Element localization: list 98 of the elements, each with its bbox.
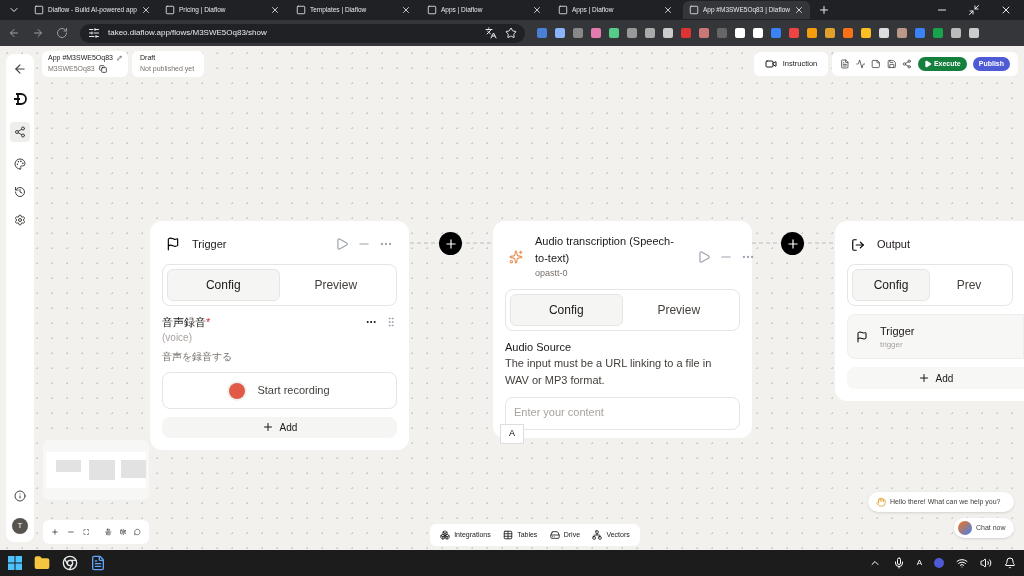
site-icon [558,5,568,15]
comment-icon[interactable] [134,527,141,537]
flag-icon [166,237,180,252]
folder-icon[interactable] [34,555,50,571]
document-icon[interactable] [840,58,850,70]
node-title: Trigger [192,237,228,253]
table-icon [503,530,514,540]
translate-icon[interactable] [485,27,497,39]
record-button[interactable]: Start recording [162,372,397,409]
app-tray-icon[interactable] [934,558,944,568]
tab[interactable]: Preview [622,293,735,326]
node-subtitle: opastt-0 [535,267,569,280]
sparkle-icon [509,249,523,264]
microphone-icon[interactable] [892,557,905,569]
share-icon[interactable] [902,58,912,70]
close-icon[interactable] [794,5,804,15]
notification-icon[interactable] [1004,557,1016,569]
add-node-button[interactable] [781,232,804,255]
item-subtitle: trigger [880,339,904,352]
item-title: Trigger [880,323,915,339]
drag-handle-icon[interactable] [385,316,397,329]
section-label: Audio Source [505,339,573,355]
exit-icon [851,237,865,252]
close-icon[interactable] [663,5,673,15]
flow-nav-item[interactable] [10,122,30,142]
tab[interactable]: Config [852,269,930,302]
site-settings-icon[interactable] [88,27,100,39]
bookmark-icon[interactable] [505,27,517,39]
drive-icon [549,530,560,540]
tab[interactable]: Config [167,268,280,301]
wifi-icon[interactable] [956,557,968,569]
video-icon [764,58,777,70]
user-avatar[interactable]: T [12,518,28,534]
note-icon[interactable] [871,58,881,70]
site-icon [427,5,437,15]
site-icon [689,5,699,15]
fit-view-icon[interactable] [82,527,90,537]
waving-hand-icon [876,497,886,507]
align-icon[interactable] [105,527,112,537]
output-item[interactable]: Trigger trigger [847,314,1024,360]
activity-icon[interactable] [855,58,866,70]
restore-icon[interactable] [968,4,980,16]
notepad-icon[interactable] [90,555,106,571]
input-indicator[interactable]: A [916,557,922,569]
vectors-icon [592,530,603,540]
browser-icon[interactable] [62,555,78,571]
site-icon [34,5,44,15]
align-icon[interactable] [119,527,127,537]
output-node[interactable]: Output Config Prev Trigger trigger Add [835,221,1024,401]
logo-icon[interactable] [13,92,27,106]
close-icon[interactable] [140,5,151,15]
plus-icon [261,421,274,434]
field-label: 音声録音 [162,314,206,330]
field-hint: (voice) [162,331,193,346]
close-icon[interactable] [1000,4,1012,16]
zoom-in-icon[interactable] [51,526,59,538]
flag-icon [856,330,868,343]
section-description: The input must be a URL linking to a file in WAV or MP3 format. [505,356,713,388]
add-node-button[interactable] [439,232,462,255]
close-icon[interactable] [532,5,542,15]
plus-icon [785,236,800,251]
site-icon [165,5,175,15]
tab[interactable]: Preview [279,268,392,301]
required-mark: * [206,314,212,330]
speaker-icon[interactable] [980,557,992,569]
add-button[interactable]: Add [162,416,397,438]
node-title: Audio transcription (Speech-to-text) [535,234,675,266]
new-tab-icon[interactable] [818,4,830,16]
play-icon [923,60,932,68]
tooltip: A [500,424,524,444]
close-icon[interactable] [270,5,280,15]
site-icon [296,5,306,15]
plus-icon [443,236,458,251]
edit-icon[interactable] [117,54,122,63]
settings-icon[interactable] [14,214,26,226]
close-icon[interactable] [401,5,411,15]
copy-icon[interactable] [98,64,107,73]
integrations-icon [440,530,451,540]
node-title: Output [877,237,911,253]
back-icon[interactable] [13,62,27,76]
address-bar[interactable]: takeo.diaflow.app/flows/M3SWE5Oq83/show [80,23,525,43]
field-description: 音声を録音する [162,350,233,365]
tab[interactable]: Config [510,293,623,326]
info-icon[interactable] [14,490,26,502]
start-icon[interactable] [8,556,22,570]
palette-icon[interactable] [14,158,26,170]
url-text: takeo.diaflow.app/flows/M3SWE5Oq83/show [108,27,268,39]
add-button[interactable]: Add [847,367,1024,389]
tab[interactable]: Prev [930,269,1008,302]
chat-avatar-icon [958,521,972,535]
save-icon[interactable] [886,58,897,70]
reload-icon[interactable] [56,27,68,39]
plus-icon [917,372,930,385]
forward-icon[interactable] [32,27,44,39]
content-input[interactable]: Enter your content [505,397,740,430]
trigger-node[interactable]: Trigger Config Preview 音声録音* (voice) 音声を録音する Start recording Add [150,221,409,450]
flow-icon [14,126,26,138]
history-icon[interactable] [14,186,26,198]
